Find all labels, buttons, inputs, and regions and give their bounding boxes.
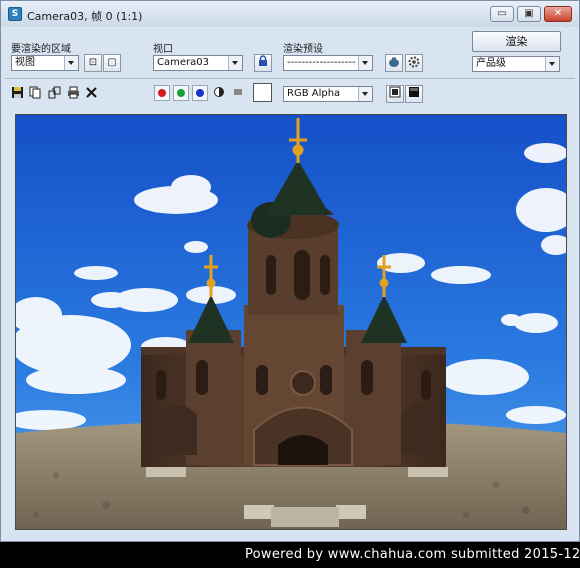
viewport-dropdown[interactable]: Camera03 [153, 55, 243, 71]
monochrome-glyph [234, 89, 242, 95]
chevron-down-icon [545, 57, 559, 71]
rendered-image-viewport[interactable] [15, 114, 567, 530]
clone-glyph [48, 86, 60, 99]
title-bar[interactable]: S Camera03, 帧 0 (1:1) ▭ ▣ ✕ [1, 1, 579, 27]
toggle-ui-icon[interactable] [405, 85, 423, 103]
print-glyph [67, 86, 79, 99]
gear-icon[interactable] [405, 54, 423, 72]
red-channel-toggle[interactable] [154, 85, 170, 101]
render-preset-dropdown[interactable]: ------------------- [283, 55, 373, 71]
chevron-down-icon [358, 56, 372, 70]
render-preset-value: ------------------- [287, 57, 356, 68]
copy-glyph [29, 86, 40, 99]
viewport-label: 视口 [153, 44, 173, 55]
gear-glyph [408, 56, 420, 68]
blue-channel-icon [196, 89, 204, 97]
green-channel-toggle[interactable] [173, 85, 189, 101]
chevron-down-icon [358, 87, 372, 101]
clone-icon[interactable] [47, 86, 61, 100]
app-icon: S [8, 7, 22, 21]
save-icon[interactable] [10, 86, 24, 100]
toggle-ui-overlay-icon[interactable] [386, 85, 404, 103]
maximize-button[interactable]: ▣ [517, 6, 541, 22]
monochrome-icon[interactable] [231, 86, 245, 100]
display-channel-value: RGB Alpha [287, 88, 341, 99]
render-quality-value: 产品级 [476, 58, 506, 69]
minimize-button[interactable]: ▭ [490, 6, 514, 22]
footer-watermark: Powered by www.chahua.com submitted 2015… [0, 542, 580, 568]
close-button[interactable]: ✕ [544, 6, 572, 22]
color-swatch[interactable] [253, 83, 272, 102]
lock-icon[interactable] [254, 54, 272, 72]
window-title: Camera03, 帧 0 (1:1) [27, 10, 143, 23]
alpha-glyph [214, 87, 224, 97]
area-to-render-value: 视图 [15, 57, 35, 68]
clear-glyph [85, 87, 97, 98]
render-preset-label: 渲染预设 [283, 44, 323, 55]
alpha-channel-icon[interactable] [212, 86, 226, 100]
save-glyph [11, 87, 23, 98]
overlay-glyph [389, 86, 401, 98]
green-channel-icon [177, 89, 185, 97]
chevron-down-icon [228, 56, 242, 70]
viewport-value: Camera03 [157, 57, 209, 68]
auto-region-icon[interactable]: ▢ [103, 54, 121, 72]
render-frame-window: S Camera03, 帧 0 (1:1) ▭ ▣ ✕ 要渲染的区域 视图 ⊡ … [0, 0, 580, 542]
edit-region-icon[interactable]: ⊡ [84, 54, 102, 72]
blue-channel-toggle[interactable] [192, 85, 208, 101]
render-quality-dropdown[interactable]: 产品级 [472, 56, 560, 72]
footer-text: Powered by www.chahua.com submitted 2015… [245, 547, 580, 562]
print-icon[interactable] [66, 86, 80, 100]
rendered-church-image [16, 115, 566, 529]
lock-glyph [259, 55, 267, 66]
red-channel-icon [158, 89, 166, 97]
clear-icon[interactable] [84, 86, 98, 100]
teapot-icon[interactable] [385, 54, 403, 72]
toolbar-separator [5, 78, 575, 79]
toggle-ui-glyph [409, 87, 419, 97]
chevron-down-icon [64, 56, 78, 70]
copy-icon[interactable] [28, 86, 42, 100]
display-channel-dropdown[interactable]: RGB Alpha [283, 86, 373, 102]
render-button[interactable]: 渲染 [472, 31, 561, 52]
area-to-render-label: 要渲染的区域 [11, 44, 71, 55]
area-to-render-dropdown[interactable]: 视图 [11, 55, 79, 71]
teapot-glyph [389, 57, 399, 67]
